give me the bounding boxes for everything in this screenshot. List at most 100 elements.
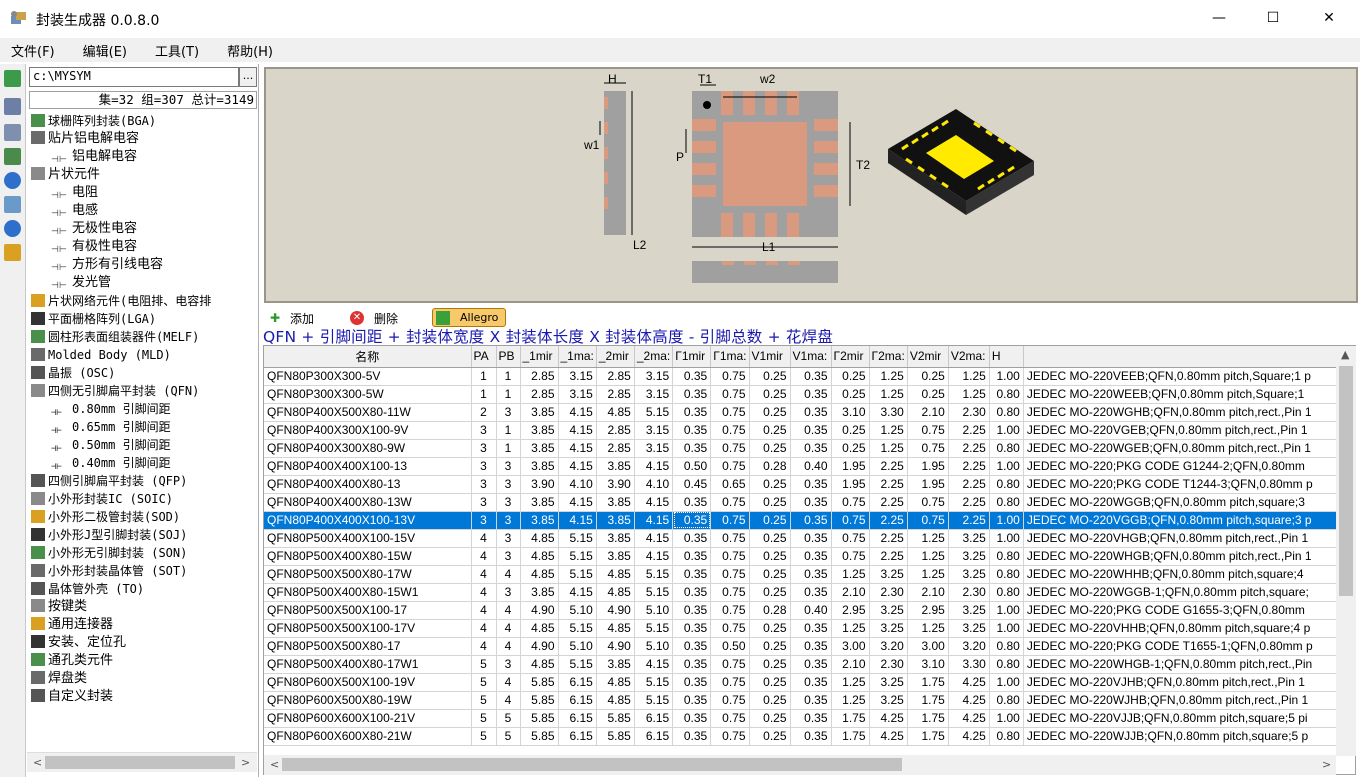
table-cell[interactable]: QFN80P500X400X100-15V <box>264 529 472 548</box>
table-cell[interactable]: 3 <box>496 475 521 494</box>
table-cell[interactable]: 6.15 <box>558 691 597 710</box>
tree-item[interactable]: 小外形封装IC (SOIC) <box>31 490 173 508</box>
tree-item[interactable]: 安装、定位孔 <box>31 634 126 652</box>
table-cell[interactable]: 4.15 <box>634 493 674 512</box>
grid-vscrollbar[interactable]: ▲ <box>1336 346 1356 756</box>
table-cell[interactable]: 0.50 <box>672 457 712 476</box>
table-cell[interactable]: 2.25 <box>869 547 908 566</box>
table-row[interactable]: QFN80P500X500X80-17 4 4 4.90 5.10 4.90 5.10 0.3… <box>264 637 1354 656</box>
table-cell[interactable]: 0.75 <box>710 565 750 584</box>
column-header[interactable]: V1ma: <box>790 346 832 368</box>
table-row[interactable]: QFN80P500X400X80-17W1 5 3 4.85 5.15 3.85 4.15 0… <box>264 655 1354 674</box>
table-cell[interactable]: 0.35 <box>672 421 712 440</box>
table-cell[interactable]: 4 <box>496 619 521 638</box>
table-cell[interactable]: 2.10 <box>831 583 870 602</box>
table-cell[interactable]: 0.80 <box>989 727 1024 746</box>
table-cell[interactable]: 0.65 <box>710 475 750 494</box>
table-row[interactable]: QFN80P400X300X80-9W 3 1 3.85 4.15 2.85 3.15 0.3… <box>264 439 1354 458</box>
table-row[interactable]: QFN80P500X400X80-15W1 4 3 3.85 4.15 4.85 5.15 0… <box>264 583 1354 602</box>
exit-icon[interactable] <box>4 244 21 261</box>
table-cell[interactable]: 3 <box>496 493 521 512</box>
table-cell[interactable]: 3 <box>471 457 497 476</box>
table-cell[interactable]: 0.25 <box>831 367 870 386</box>
table-cell[interactable]: 4 <box>471 547 497 566</box>
table-cell[interactable]: 2.25 <box>948 457 990 476</box>
table-cell[interactable]: 1.00 <box>989 709 1024 728</box>
table-cell[interactable]: 0.28 <box>749 457 791 476</box>
table-cell[interactable]: 0.80 <box>989 547 1024 566</box>
tree-item[interactable]: ⊣⊢ 0.80mm 引脚间距 <box>51 400 171 418</box>
table-cell[interactable]: 5.15 <box>558 619 597 638</box>
table-cell[interactable]: 1.25 <box>948 385 990 404</box>
table-row[interactable]: QFN80P500X500X80-17W 4 4 4.85 5.15 4.85 5.15 0.… <box>264 565 1354 584</box>
column-header[interactable]: Γ2mir <box>831 346 870 368</box>
tree-item[interactable]: 小外形二极管封装(SOD) <box>31 508 180 526</box>
table-cell[interactable]: 4.10 <box>634 475 674 494</box>
table-cell[interactable]: 2.85 <box>596 421 635 440</box>
table-cell[interactable]: 3.10 <box>831 403 870 422</box>
table-cell[interactable]: QFN80P300X300-5W <box>264 385 472 404</box>
table-cell[interactable]: QFN80P500X500X80-17 <box>264 637 472 656</box>
table-cell[interactable]: 1.00 <box>989 421 1024 440</box>
table-cell[interactable]: 0.28 <box>749 601 791 620</box>
table-cell[interactable]: 5.15 <box>558 655 597 674</box>
table-cell[interactable]: 1.00 <box>989 511 1024 530</box>
table-cell[interactable]: 3.15 <box>634 421 674 440</box>
table-row[interactable]: QFN80P300X300-5W 1 1 2.85 3.15 2.85 3.15 0.35 0.… <box>264 385 1354 404</box>
table-cell[interactable]: JEDEC MO-220;PKG CODE G1655-3;QFN,0.80mm <box>1023 601 1354 620</box>
table-cell[interactable]: 4 <box>471 565 497 584</box>
table-cell[interactable]: 5 <box>471 655 497 674</box>
column-header[interactable]: Γ2ma: <box>869 346 908 368</box>
table-cell[interactable]: 0.25 <box>831 385 870 404</box>
table-cell[interactable]: JEDEC MO-220VHGB;QFN,0.80mm pitch,rect.,… <box>1023 529 1354 548</box>
table-cell[interactable]: 3.85 <box>596 547 635 566</box>
table-cell[interactable]: 0.80 <box>989 439 1024 458</box>
table-cell[interactable]: 3.25 <box>948 529 990 548</box>
table-cell[interactable]: 2.85 <box>520 367 559 386</box>
table-cell[interactable]: 0.80 <box>989 583 1024 602</box>
table-cell[interactable]: 0.80 <box>989 655 1024 674</box>
table-cell[interactable]: 5.85 <box>520 709 559 728</box>
table-cell[interactable]: 3.30 <box>869 403 908 422</box>
table-cell[interactable]: 0.25 <box>749 691 791 710</box>
close-button[interactable]: ✕ <box>1306 0 1352 36</box>
table-cell[interactable]: 1.25 <box>831 565 870 584</box>
table-cell[interactable]: 0.80 <box>989 475 1024 494</box>
table-cell[interactable]: 4.85 <box>596 691 635 710</box>
table-cell[interactable]: JEDEC MO-220;PKG CODE T1244-3;QFN,0.80mm… <box>1023 475 1354 494</box>
table-cell[interactable]: JEDEC MO-220WJHB;QFN,0.80mm pitch,rect.,… <box>1023 691 1354 710</box>
table-cell[interactable]: 0.75 <box>710 691 750 710</box>
table-cell[interactable]: 0.40 <box>790 457 832 476</box>
table-cell[interactable]: 4.25 <box>948 691 990 710</box>
table-row[interactable]: QFN80P400X400X80-13 3 3 3.90 4.10 3.90 4.10 0.4… <box>264 475 1354 494</box>
table-cell[interactable]: 4 <box>496 637 521 656</box>
table-cell[interactable]: JEDEC MO-220WGGB;QFN,0.80mm pitch,square… <box>1023 493 1354 512</box>
table-cell[interactable]: 5.15 <box>634 403 674 422</box>
table-cell[interactable]: 0.25 <box>831 421 870 440</box>
table-cell[interactable]: 1.25 <box>907 619 949 638</box>
table-cell[interactable]: 4.85 <box>520 619 559 638</box>
table-cell[interactable]: 3 <box>496 403 521 422</box>
table-cell[interactable]: 2.30 <box>869 583 908 602</box>
table-cell[interactable]: 4 <box>471 619 497 638</box>
table-cell[interactable]: 0.80 <box>989 493 1024 512</box>
table-cell[interactable]: 1.75 <box>907 727 949 746</box>
table-cell[interactable]: 0.35 <box>672 547 712 566</box>
table-cell[interactable]: 0.25 <box>749 565 791 584</box>
table-cell[interactable]: 0.35 <box>672 403 712 422</box>
table-cell[interactable]: 3.00 <box>907 637 949 656</box>
table-cell[interactable]: 2.25 <box>869 457 908 476</box>
tree-item[interactable]: 四侧无引脚扁平封装 (QFN) <box>31 382 199 400</box>
table-cell[interactable]: 3.25 <box>869 691 908 710</box>
table-cell[interactable]: 3 <box>496 529 521 548</box>
menu-help[interactable]: 帮助(H) <box>220 41 280 60</box>
table-cell[interactable]: 3.85 <box>520 511 559 530</box>
table-row[interactable]: QFN80P400X300X100-9V 3 1 3.85 4.15 2.85 3.15 0.… <box>264 421 1354 440</box>
table-cell[interactable]: 4.90 <box>596 637 635 656</box>
menu-edit[interactable]: 编辑(E) <box>76 41 134 60</box>
table-cell[interactable]: 5.85 <box>596 709 635 728</box>
table-cell[interactable]: 0.75 <box>710 367 750 386</box>
table-cell[interactable]: QFN80P500X400X80-15W <box>264 547 472 566</box>
table-cell[interactable]: 0.35 <box>790 439 832 458</box>
table-row[interactable]: QFN80P600X600X100-21V 5 5 5.85 6.15 5.85 6.15 0… <box>264 709 1354 728</box>
